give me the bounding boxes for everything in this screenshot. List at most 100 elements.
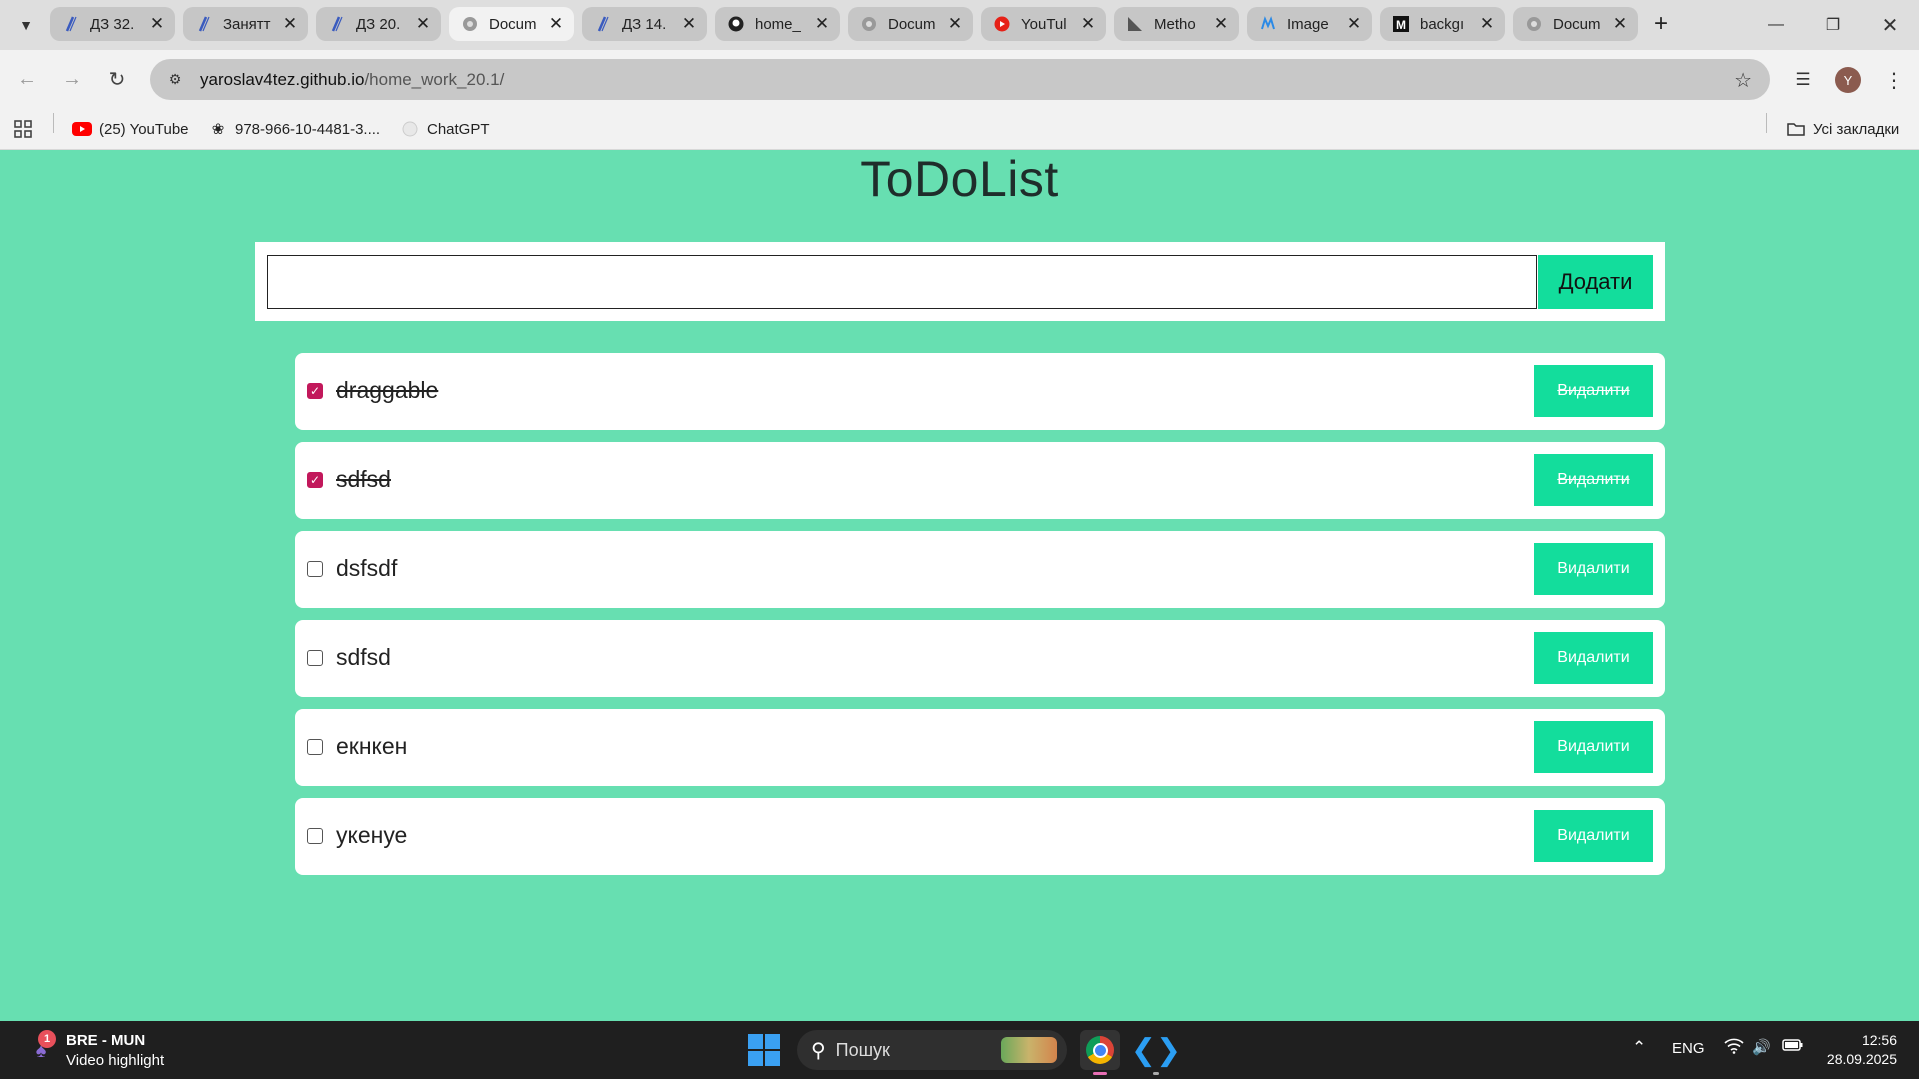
todo-text: dsfsdf xyxy=(336,555,398,581)
close-tab-icon[interactable]: ✕ xyxy=(814,14,830,33)
taskbar-vscode[interactable]: ❮❯ xyxy=(1131,1030,1181,1075)
address-bar[interactable]: ⚙ yaroslav4tez.github.io/home_work_20.1/… xyxy=(150,59,1770,100)
taskbar-chrome[interactable] xyxy=(1080,1030,1120,1075)
forward-icon[interactable]: → xyxy=(57,64,87,94)
browser-tab[interactable]: YouTul ✕ xyxy=(981,7,1106,41)
search-icon: ⚲ xyxy=(811,1039,826,1062)
delete-button-label: Видалити xyxy=(1557,649,1630,666)
media-controls-icon[interactable]: ☰ xyxy=(1789,66,1817,94)
browser-tab[interactable]: Metho ✕ xyxy=(1114,7,1239,41)
tray-chevron-icon[interactable]: ⌃ xyxy=(1632,1038,1646,1058)
battery-icon[interactable] xyxy=(1782,1038,1804,1056)
new-tab-icon[interactable]: + xyxy=(1646,9,1676,39)
close-tab-icon[interactable]: ✕ xyxy=(947,14,963,33)
windows-start-icon[interactable] xyxy=(748,1034,780,1066)
browser-tab[interactable]: ДЗ 32. ✕ xyxy=(50,7,175,41)
browser-tab[interactable]: Docum ✕ xyxy=(449,7,574,41)
todo-text: draggable xyxy=(336,377,439,403)
running-app-indicator xyxy=(1153,1072,1159,1075)
close-tab-icon[interactable]: ✕ xyxy=(1346,14,1362,33)
profile-avatar[interactable]: Y xyxy=(1835,67,1861,93)
todo-list: ✓ draggable Видалити ✓ sdfsd Видалити dsfsdf Ви… xyxy=(295,353,1665,887)
bookmark-label: (25) YouTube xyxy=(99,120,189,138)
close-tab-icon[interactable]: ✕ xyxy=(681,14,697,33)
todo-checkbox[interactable] xyxy=(307,828,323,844)
close-tab-icon[interactable]: ✕ xyxy=(548,14,564,33)
youtube-icon xyxy=(72,121,92,137)
news-widget[interactable]: ♠ 1 BRE - MUN Video highlight xyxy=(24,1030,164,1071)
search-placeholder: Пошук xyxy=(835,1039,890,1060)
reload-icon[interactable]: ↻ xyxy=(102,64,132,94)
delete-button[interactable]: Видалити xyxy=(1534,632,1653,684)
browser-tab[interactable]: ДЗ 20. ✕ xyxy=(316,7,441,41)
todo-checkbox[interactable] xyxy=(307,561,323,577)
browser-tab[interactable]: Занятт ✕ xyxy=(183,7,308,41)
back-icon[interactable]: ← xyxy=(12,64,42,94)
bookmarks-divider xyxy=(1766,113,1767,133)
wifi-icon[interactable] xyxy=(1724,1038,1744,1058)
clock-date: 28.09.2025 xyxy=(1826,1051,1897,1067)
folder-icon xyxy=(1786,121,1806,137)
close-tab-icon[interactable]: ✕ xyxy=(1080,14,1096,33)
tab-title: ДЗ 20. xyxy=(356,15,401,33)
close-tab-icon[interactable]: ✕ xyxy=(282,14,298,33)
tab-title: ДЗ 32. xyxy=(90,15,135,33)
browser-tab[interactable]: Docum ✕ xyxy=(1513,7,1638,41)
browser-tab[interactable]: Image ✕ xyxy=(1247,7,1372,41)
todo-checkbox[interactable] xyxy=(307,650,323,666)
restore-icon[interactable]: ❐ xyxy=(1813,10,1853,40)
delete-button[interactable]: Видалити xyxy=(1534,543,1653,595)
delete-button[interactable]: Видалити xyxy=(1534,365,1653,417)
language-indicator[interactable]: ENG xyxy=(1672,1040,1705,1057)
close-tab-icon[interactable]: ✕ xyxy=(149,14,165,33)
tab-title: Docum xyxy=(888,15,936,33)
bookmark-book[interactable]: ❀ 978-966-10-4481-3.... xyxy=(208,118,380,140)
browser-tab[interactable]: ДЗ 14. ✕ xyxy=(582,7,707,41)
url-text[interactable]: yaroslav4tez.github.io/home_work_20.1/ xyxy=(200,70,504,90)
todo-checkbox[interactable] xyxy=(307,739,323,755)
add-todo-form: Додати xyxy=(255,242,1665,321)
browser-tab[interactable]: Mbackgı ✕ xyxy=(1380,7,1505,41)
close-tab-icon[interactable]: ✕ xyxy=(1479,14,1495,33)
site-info-icon[interactable]: ⚙ xyxy=(164,69,186,91)
taskbar-search[interactable]: ⚲ Пошук xyxy=(797,1030,1067,1070)
vscode-icon: ❮❯ xyxy=(1130,1033,1182,1067)
bookmark-star-icon[interactable]: ☆ xyxy=(1734,68,1752,93)
close-tab-icon[interactable]: ✕ xyxy=(1213,14,1229,33)
todo-item[interactable]: ✓ draggable Видалити xyxy=(295,353,1665,430)
apps-grid-icon[interactable] xyxy=(14,118,32,140)
minimize-icon[interactable]: — xyxy=(1756,10,1796,40)
delete-button-label: Видалити xyxy=(1557,382,1630,399)
todo-checkbox[interactable]: ✓ xyxy=(307,383,323,399)
slash-logo-icon xyxy=(62,15,80,33)
browser-tab[interactable]: home_ ✕ xyxy=(715,7,840,41)
close-tab-icon[interactable]: ✕ xyxy=(415,14,431,33)
todo-item[interactable]: ✓ sdfsd Видалити xyxy=(295,442,1665,519)
close-tab-icon[interactable]: ✕ xyxy=(1612,14,1628,33)
globe-icon xyxy=(461,15,479,33)
clock[interactable]: 12:56 28.09.2025 xyxy=(1827,1031,1897,1069)
slash-logo-icon xyxy=(195,15,213,33)
todo-item[interactable]: dsfsdf Видалити xyxy=(295,531,1665,608)
menu-kebab-icon[interactable]: ⋮ xyxy=(1880,66,1908,94)
add-button[interactable]: Додати xyxy=(1538,255,1653,309)
todo-input[interactable] xyxy=(267,255,1537,309)
all-bookmarks[interactable]: Усі закладки xyxy=(1786,118,1899,140)
todo-item[interactable]: укенуе Видалити xyxy=(295,798,1665,875)
bookmark-chatgpt[interactable]: ChatGPT xyxy=(400,118,490,140)
delete-button[interactable]: Видалити xyxy=(1534,810,1653,862)
delete-button-label: Видалити xyxy=(1557,471,1630,488)
tab-title: Docum xyxy=(1553,15,1601,33)
delete-button[interactable]: Видалити xyxy=(1534,454,1653,506)
todo-item[interactable]: sdfsd Видалити xyxy=(295,620,1665,697)
volume-icon[interactable]: 🔊 xyxy=(1752,1038,1771,1056)
todo-checkbox[interactable]: ✓ xyxy=(307,472,323,488)
tab-title: Docum xyxy=(489,15,537,33)
browser-tab[interactable]: Docum ✕ xyxy=(848,7,973,41)
bookmark-youtube[interactable]: (25) YouTube xyxy=(72,118,189,140)
close-window-icon[interactable]: ✕ xyxy=(1870,10,1910,40)
todo-item[interactable]: екнкен Видалити xyxy=(295,709,1665,786)
tab-title: ДЗ 14. xyxy=(622,15,667,33)
delete-button[interactable]: Видалити xyxy=(1534,721,1653,773)
tab-search-chevron-icon[interactable]: ▼ xyxy=(12,12,40,38)
